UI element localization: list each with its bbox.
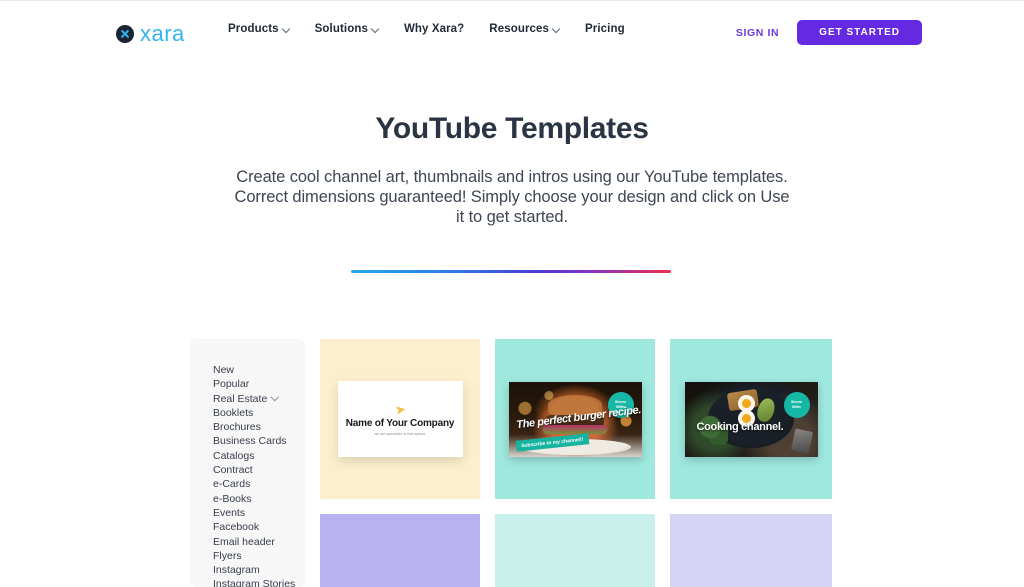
nav-item-pricing[interactable]: Pricing	[585, 23, 625, 35]
sidebar-label: Real Estate	[213, 392, 268, 405]
nav-label-pricing: Pricing	[585, 23, 625, 35]
template-card-dark-blue-intro[interactable]	[320, 514, 480, 587]
sidebar-label: New	[213, 364, 235, 376]
sidebar-label: Contract	[213, 464, 253, 477]
template-card-burger-20xx[interactable]: 20XX Steven Miller	[495, 514, 655, 587]
sidebar-item-e-cards[interactable]: e-Cards	[213, 477, 305, 491]
gradient-divider	[351, 270, 671, 273]
nav-item-products[interactable]: Products	[228, 23, 290, 35]
sidebar-label: e-Books	[213, 492, 252, 505]
template-card-cameron[interactable]: Cameron	[670, 514, 832, 587]
sidebar-label: Business Cards	[213, 435, 287, 448]
sidebar-label: Email header	[213, 535, 275, 548]
page-title: YouTube Templates	[375, 112, 649, 145]
nav-label-products: Products	[228, 23, 279, 35]
nav-label-solutions: Solutions	[314, 23, 368, 35]
paper-plane-icon: ➤	[393, 400, 407, 418]
nav-item-solutions[interactable]: Solutions	[315, 23, 379, 35]
chevron-down-icon	[372, 28, 379, 32]
xara-x-logo-icon	[116, 25, 134, 43]
chevron-down-icon	[553, 28, 560, 32]
cooking-thumbnail-preview: Steven Miller Cooking channel.	[684, 381, 818, 457]
sidebar-item-instagram[interactable]: Instagram	[213, 563, 305, 577]
sidebar-item-e-books[interactable]: e-Books	[213, 492, 305, 506]
sidebar-label: e-Cards	[213, 478, 251, 491]
sidebar-label: Instagram	[213, 564, 260, 577]
company-name-text: Name of Your Company	[345, 417, 455, 429]
sidebar-label: Flyers	[213, 549, 242, 562]
badge-line-2: Miller	[792, 405, 801, 409]
nav-item-resources[interactable]: Resources	[489, 23, 560, 35]
sidebar-label: Facebook	[213, 521, 260, 534]
sidebar-item-new[interactable]: New	[213, 363, 305, 377]
sidebar-item-flyers[interactable]: Flyers	[213, 549, 305, 563]
nav-item-why-xara[interactable]: Why Xara?	[404, 23, 464, 35]
sidebar-item-email-header[interactable]: Email header	[213, 535, 305, 549]
chevron-down-icon	[283, 28, 290, 32]
page-subtitle: Create cool channel art, thumbnails and …	[234, 168, 790, 226]
template-card-business-card[interactable]: ➤ Name of Your Company we are specialize…	[320, 339, 480, 499]
template-card-cooking-channel[interactable]: Steven Miller Cooking channel.	[670, 339, 832, 499]
sidebar-item-real-estate[interactable]: Real Estate	[213, 392, 305, 406]
sidebar-item-events[interactable]: Events	[213, 506, 305, 520]
sign-in-link[interactable]: SIGN IN	[736, 27, 779, 39]
sidebar-label: Popular	[213, 378, 250, 391]
thumbnail-title-text: Cooking channel.	[696, 420, 784, 433]
sidebar-item-contract[interactable]: Contract	[213, 463, 305, 477]
xara-logo[interactable]: xara	[116, 23, 185, 45]
company-tagline-text: we are specialize in this sphere	[374, 431, 426, 436]
sidebar-item-facebook[interactable]: Facebook	[213, 520, 305, 534]
sidebar-label: Catalogs	[213, 449, 255, 462]
main-navigation: Products Solutions Why Xara? Resources P…	[228, 23, 625, 35]
template-card-burger-recipe[interactable]: Steven Miller The perfect burger recipe.…	[495, 339, 655, 499]
nav-label-resources: Resources	[489, 23, 550, 35]
sidebar-label: Instagram Stories	[213, 578, 296, 587]
business-card-preview: ➤ Name of Your Company we are specialize…	[337, 381, 463, 457]
sidebar-item-catalogs[interactable]: Catalogs	[213, 449, 305, 463]
header-actions: SIGN IN GET STARTED	[736, 20, 922, 45]
sidebar-item-popular[interactable]: Popular	[213, 377, 305, 391]
sidebar-item-brochures[interactable]: Brochures	[213, 420, 305, 434]
template-grid: ➤ Name of Your Company we are specialize…	[320, 339, 832, 587]
burger-thumbnail-preview: Steven Miller The perfect burger recipe.…	[508, 381, 642, 457]
get-started-button[interactable]: GET STARTED	[797, 20, 922, 45]
hero-section: YouTube Templates Create cool channel ar…	[0, 112, 1024, 227]
sidebar-label: Brochures	[213, 421, 261, 434]
page-root: xara Products Solutions Why Xara? Resour…	[0, 0, 1024, 587]
logo-wordmark: xara	[140, 21, 185, 46]
sidebar-item-instagram-stories[interactable]: Instagram Stories	[213, 577, 305, 587]
nav-label-why-xara: Why Xara?	[403, 23, 465, 35]
author-badge: Steven Miller	[783, 392, 810, 418]
category-sidebar[interactable]: New Popular Real Estate Booklets Brochur…	[190, 339, 305, 587]
site-header: xara Products Solutions Why Xara? Resour…	[0, 1, 1024, 62]
sidebar-label: Events	[213, 506, 246, 519]
sidebar-label: Booklets	[213, 406, 254, 419]
chevron-down-icon	[272, 397, 279, 401]
sidebar-item-business-cards[interactable]: Business Cards	[213, 434, 305, 448]
sidebar-item-booklets[interactable]: Booklets	[213, 406, 305, 420]
